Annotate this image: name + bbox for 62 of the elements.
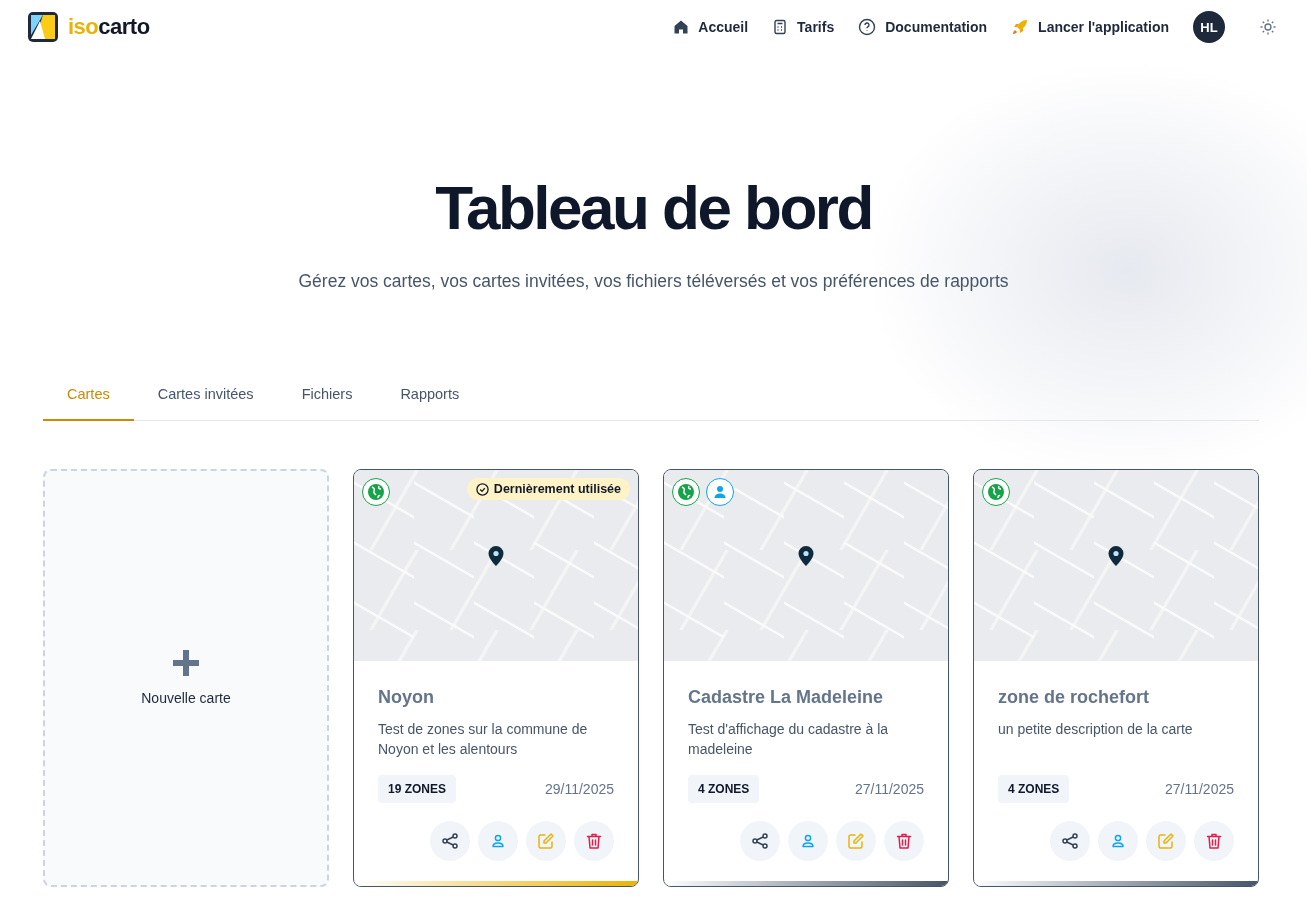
share-icon (1060, 831, 1080, 851)
calculator-icon (772, 19, 789, 35)
map-title: Noyon (378, 687, 435, 708)
sun-icon (1259, 18, 1277, 36)
tab[interactable]: Cartes invitées (133, 375, 278, 421)
isocarto-logo[interactable]: isocarto (26, 10, 150, 44)
delete-button[interactable] (1194, 821, 1234, 861)
nav-link[interactable]: Accueil (673, 19, 749, 35)
trash-icon (1204, 831, 1224, 851)
check-circle-icon (475, 482, 489, 496)
share-with-user-button[interactable] (478, 821, 518, 861)
map-pin-icon (798, 546, 814, 566)
plus-icon (173, 650, 199, 676)
logo-icon (26, 10, 60, 44)
edit-icon (846, 831, 866, 851)
share-button[interactable] (430, 821, 470, 861)
page-subtitle: Gérez vos cartes, vos cartes invitées, vos fichiers téléversés et vos préférences de rapports (298, 271, 1009, 292)
nav-link[interactable]: Lancer l'application (1011, 18, 1169, 36)
share-button[interactable] (1050, 821, 1090, 861)
tab[interactable]: Rapports (376, 375, 484, 421)
edit-icon (1156, 831, 1176, 851)
tab[interactable]: Fichiers (277, 375, 377, 421)
trash-icon (584, 831, 604, 851)
map-card[interactable]: zone de rochefort un petite description de la carte 4 ZONES 27/11/2025 (973, 469, 1259, 887)
map-date: 27/11/2025 (854, 781, 924, 797)
globe-icon (987, 483, 1005, 501)
map-date: 27/11/2025 (1164, 781, 1234, 797)
new-map-label: Nouvelle carte (141, 690, 231, 706)
map-description: Test d'affichage du cadastre à la madeleine (688, 720, 890, 759)
share-with-user-button[interactable] (1098, 821, 1138, 861)
map-description: un petite description de la carte (998, 720, 1194, 739)
globe-icon (677, 483, 695, 501)
page-title: Tableau de bord (435, 172, 872, 243)
edit-icon (536, 831, 556, 851)
recently-used-badge: Dernièrement utilisée (466, 478, 630, 500)
delete-button[interactable] (884, 821, 924, 861)
map-card[interactable]: Dernièrement utilisée Noyon Test de zones sur la commune de Noyon et les alentours 19 ZONES 29/11/2025 (353, 469, 639, 887)
zone-count: 4 ZONES (998, 775, 1070, 803)
share-button[interactable] (740, 821, 780, 861)
home-icon (673, 19, 690, 35)
new-map-card[interactable]: Nouvelle carte (43, 469, 329, 887)
map-pin-icon (1108, 546, 1124, 566)
globe-icon (367, 483, 385, 501)
share-icon (440, 831, 460, 851)
map-card[interactable]: Cadastre La Madeleine Test d'affichage du cadastre à la madeleine 4 ZONES 27/11/2025 (663, 469, 949, 887)
zone-count: 4 ZONES (688, 775, 760, 803)
user-avatar[interactable]: HL (1193, 11, 1225, 43)
trash-icon (894, 831, 914, 851)
rocket-icon (1011, 18, 1030, 36)
share-icon (750, 831, 770, 851)
user-icon (712, 484, 728, 500)
map-pin-icon (488, 546, 504, 566)
zone-count: 19 ZONES (378, 775, 457, 803)
help-icon (858, 18, 877, 36)
map-title: Cadastre La Madeleine (688, 687, 885, 708)
delete-button[interactable] (574, 821, 614, 861)
map-title: zone de rochefort (998, 687, 1150, 708)
nav-link[interactable]: Documentation (858, 18, 988, 36)
map-description: Test de zones sur la commune de Noyon et les alentours (378, 720, 589, 759)
nav-link[interactable]: Tarifs (772, 19, 835, 35)
map-date: 29/11/2025 (544, 781, 614, 797)
share-with-user-button[interactable] (788, 821, 828, 861)
